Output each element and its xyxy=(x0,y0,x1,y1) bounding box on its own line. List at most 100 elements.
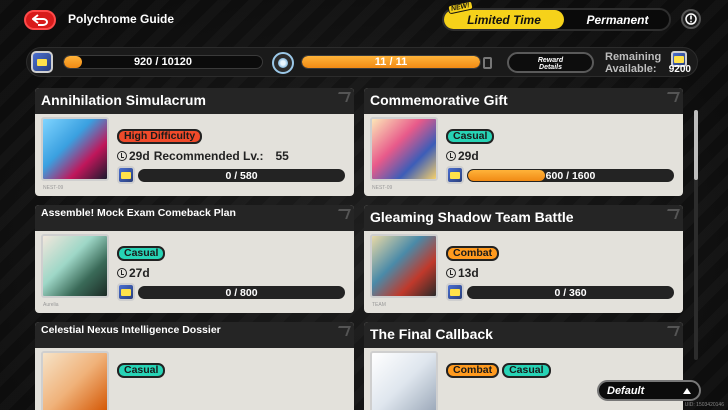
card-header: The Final Callback xyxy=(364,322,683,348)
card-thumbnail xyxy=(370,117,438,181)
card-header: Gleaming Shadow Team Battle xyxy=(364,205,683,231)
card-progress: 600 / 1600 xyxy=(446,166,674,184)
film-icon xyxy=(446,166,464,184)
film-progress-bar: 920 / 10120 xyxy=(63,55,263,69)
film-icon xyxy=(446,283,464,301)
reward-details-label: Reward Details xyxy=(537,57,564,71)
card-thumbnail xyxy=(370,234,438,298)
back-arrow-icon xyxy=(32,14,48,26)
card-header: Commemorative Gift xyxy=(364,88,683,114)
card-info: 29d Recommended Lv.: 55 xyxy=(117,149,289,163)
event-card[interactable]: Assemble! Mock Exam Comeback Plan Casual 2… xyxy=(35,205,354,313)
sort-label: Default xyxy=(607,384,645,397)
card-title: Celestial Nexus Intelligence Dossier xyxy=(41,324,221,336)
reward-details-button[interactable]: Reward Details xyxy=(507,52,594,73)
card-info: 13d xyxy=(446,266,479,280)
card-title: Commemorative Gift xyxy=(370,92,508,108)
polychrome-guide-screen: Polychrome Guide Limited Time NEW! Perma… xyxy=(0,0,728,410)
recommended-value: 55 xyxy=(275,149,289,163)
card-tags: Combat xyxy=(446,246,500,261)
card-thumbnail xyxy=(41,351,109,410)
level-progress-bar: 11 / 11 xyxy=(301,55,481,69)
card-title: Gleaming Shadow Team Battle xyxy=(370,209,574,225)
card-thumbnail xyxy=(41,117,109,181)
card-tags: Casual xyxy=(117,363,166,378)
bar-end-cap xyxy=(483,57,492,69)
card-progress-bar: 0 / 800 xyxy=(138,286,345,299)
event-card[interactable]: Celestial Nexus Intelligence Dossier Casu… xyxy=(35,322,354,410)
card-corner-mark xyxy=(664,92,680,102)
card-days: 29d xyxy=(129,149,150,163)
film-icon xyxy=(117,283,135,301)
sort-dropdown[interactable]: Default xyxy=(597,380,701,401)
card-corner-mark xyxy=(335,326,351,336)
card-stamp: NEST-09 xyxy=(43,185,64,191)
clock-icon xyxy=(117,151,127,161)
card-header: Assemble! Mock Exam Comeback Plan xyxy=(35,205,354,231)
card-thumbnail xyxy=(41,234,109,298)
event-card[interactable]: Commemorative Gift Casual 29d 600 / 1600 NES… xyxy=(364,88,683,196)
card-tag: Combat xyxy=(446,246,500,261)
level-gem-icon xyxy=(272,52,294,74)
remaining-value: 9200 xyxy=(668,64,691,75)
card-info: 27d xyxy=(117,266,150,280)
card-title: The Final Callback xyxy=(370,326,493,342)
back-button[interactable] xyxy=(24,10,56,30)
card-tags: Casual xyxy=(446,129,495,144)
card-corner-mark xyxy=(335,209,351,219)
card-tags: Casual xyxy=(117,246,166,261)
card-progress-text: 600 / 1600 xyxy=(545,169,596,182)
tab-switch: Limited Time NEW! Permanent xyxy=(442,0,671,31)
card-stamp: Aurelia xyxy=(43,302,59,308)
scrollbar[interactable] xyxy=(694,110,698,360)
card-progress: 0 / 360 xyxy=(446,283,674,301)
help-button[interactable] xyxy=(681,9,701,29)
recommended-label: Recommended Lv.: xyxy=(153,149,264,163)
tab-permanent[interactable]: Permanent xyxy=(566,10,669,29)
stats-bar: 920 / 10120 11 / 11 Reward Details Remai… xyxy=(26,47,698,77)
card-progress-bar: 0 / 360 xyxy=(467,286,674,299)
card-progress: 0 / 800 xyxy=(117,283,345,301)
card-thumbnail xyxy=(370,351,438,410)
event-card[interactable]: Annihilation Simulacrum High Difficulty 29… xyxy=(35,88,354,196)
card-progress-bar: 0 / 580 xyxy=(138,169,345,182)
card-tag: Casual xyxy=(117,363,166,378)
card-days: 27d xyxy=(129,266,150,280)
card-tag: High Difficulty xyxy=(117,129,203,144)
film-icon xyxy=(31,51,53,73)
page-title: Polychrome Guide xyxy=(68,12,175,26)
card-title: Assemble! Mock Exam Comeback Plan xyxy=(41,207,236,219)
card-progress-text: 0 / 580 xyxy=(225,169,258,182)
card-stamp: NEST-09 xyxy=(372,185,393,191)
clock-icon xyxy=(117,268,127,278)
card-corner-mark xyxy=(664,326,680,336)
card-progress: 0 / 580 xyxy=(117,166,345,184)
card-progress-bar: 600 / 1600 xyxy=(467,169,674,182)
card-info: 29d xyxy=(446,149,479,163)
clock-icon xyxy=(446,151,456,161)
help-icon xyxy=(685,13,697,25)
card-tags: High Difficulty xyxy=(117,129,203,144)
scrollbar-thumb[interactable] xyxy=(694,110,698,180)
event-card[interactable]: Gleaming Shadow Team Battle Combat 13d 0 / … xyxy=(364,205,683,313)
card-days: 29d xyxy=(458,149,479,163)
tab-permanent-label: Permanent xyxy=(586,12,649,27)
film-icon xyxy=(117,166,135,184)
film-progress-text: 920 / 10120 xyxy=(133,56,193,68)
card-title: Annihilation Simulacrum xyxy=(41,92,206,108)
clock-icon xyxy=(446,268,456,278)
card-header: Celestial Nexus Intelligence Dossier xyxy=(35,322,354,348)
tab-limited-time[interactable]: Limited Time xyxy=(444,10,564,29)
card-tag: Combat xyxy=(446,363,500,378)
card-header: Annihilation Simulacrum xyxy=(35,88,354,114)
tab-limited-label: Limited Time xyxy=(467,12,541,27)
sort-arrow-icon xyxy=(683,388,691,394)
card-corner-mark xyxy=(664,209,680,219)
level-progress-text: 11 / 11 xyxy=(374,56,408,68)
card-progress-text: 0 / 360 xyxy=(554,286,587,299)
card-tag: Casual xyxy=(446,129,495,144)
card-tags: Combat Casual xyxy=(446,363,551,378)
card-tag: Casual xyxy=(117,246,166,261)
card-tag: Casual xyxy=(502,363,551,378)
uid-text: UID: 1503420146 xyxy=(684,402,724,408)
